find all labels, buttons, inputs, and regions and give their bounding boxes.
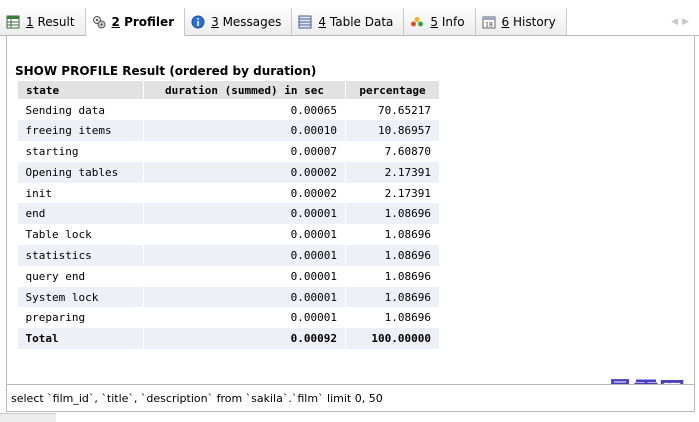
cell-duration: 0.00065: [143, 99, 346, 121]
column-header-percentage[interactable]: percentage: [345, 80, 440, 100]
tab-profiler[interactable]: 2 Profiler: [85, 8, 186, 36]
cell-percentage: 70.65217: [345, 99, 440, 121]
tab-result-label: Result: [33, 14, 75, 29]
color-dots-icon: [411, 16, 424, 26]
cell-percentage: 7.60870: [345, 141, 440, 162]
profile-result-title: SHOW PROFILE Result (ordered by duration…: [15, 64, 317, 78]
tab-history-label: History: [509, 14, 556, 29]
calendar-icon: 18: [482, 16, 496, 28]
tab-scroll-arrows[interactable]: ◀ ▶: [661, 8, 699, 35]
table-row[interactable]: freeing items 0.00010 10.86957: [17, 120, 440, 142]
cell-duration: 0.00001: [143, 245, 346, 266]
column-header-duration[interactable]: duration (summed) in sec: [143, 80, 346, 100]
table-row[interactable]: end 0.00001 1.08696: [17, 203, 440, 225]
cell-percentage: 1.08696: [345, 265, 440, 287]
cell-percentage: 2.17391: [345, 161, 440, 183]
table-row[interactable]: init 0.00002 2.17391: [17, 182, 440, 204]
cell-percentage: 1.08696: [345, 307, 440, 329]
tab-messages-hotkey: 3: [211, 14, 219, 29]
tab-table-data[interactable]: 4 Table Data: [292, 8, 405, 35]
table-row[interactable]: System lock 0.00001 1.08696: [17, 286, 440, 308]
cell-state: System lock: [17, 286, 144, 308]
cell-state: init: [17, 182, 144, 204]
cell-duration: 0.00001: [143, 265, 346, 287]
table-row[interactable]: Table lock 0.00001 1.08696: [17, 224, 440, 246]
cell-state: preparing: [17, 307, 144, 329]
tab-profiler-hotkey: 2: [111, 14, 120, 29]
profiler-panel: SHOW PROFILE Result (ordered by duration…: [6, 36, 695, 384]
cell-percentage: 1.08696: [345, 286, 440, 308]
cell-state: freeing items: [17, 120, 144, 142]
cell-duration: 0.00002: [143, 182, 346, 204]
cell-duration: 0.00001: [143, 286, 346, 308]
table-row[interactable]: starting 0.00007 7.60870: [17, 141, 440, 162]
info-icon: [191, 15, 205, 28]
cell-duration: 0.00001: [143, 203, 346, 225]
table-row[interactable]: Opening tables 0.00002 2.17391: [17, 161, 440, 183]
profile-table: state duration (summed) in sec percentag…: [17, 80, 440, 350]
query-text: select `film_id`, `title`, `description`…: [11, 391, 383, 405]
cell-percentage: 1.08696: [345, 224, 440, 246]
tab-result-hotkey: 1: [26, 14, 34, 29]
cell-duration: 0.00002: [143, 161, 346, 183]
table-row[interactable]: query end 0.00001 1.08696: [17, 265, 440, 287]
tab-info[interactable]: 5 Info: [404, 8, 476, 35]
cell-percentage: 1.08696: [345, 245, 440, 266]
tab-info-hotkey: 5: [430, 14, 439, 29]
query-text-bar: select `film_id`, `title`, `description`…: [6, 384, 695, 412]
column-header-state[interactable]: state: [17, 80, 144, 100]
calendar-day-label: 18: [485, 21, 493, 28]
cell-state: statistics: [17, 245, 144, 266]
cell-duration: 0.00001: [143, 224, 346, 246]
cell-percentage: 100.00000: [345, 328, 440, 350]
table-total-row[interactable]: Total 0.00092 100.00000: [17, 328, 440, 350]
cell-duration: 0.00092: [143, 328, 346, 350]
cell-state: Table lock: [17, 224, 144, 246]
cell-duration: 0.00001: [143, 307, 346, 329]
cell-state: starting: [17, 141, 144, 162]
table-row[interactable]: preparing 0.00001 1.08696: [17, 307, 440, 329]
table-icon: [298, 15, 312, 28]
tab-table-data-hotkey: 4: [318, 14, 327, 29]
cell-state: Total: [17, 328, 144, 350]
table-row[interactable]: Sending data 0.00065 70.65217: [17, 99, 440, 121]
result-tab-bar: 1 Result 2 Profiler 3 Messages 4 Table D…: [0, 8, 699, 36]
cell-state: Opening tables: [17, 161, 144, 183]
table-row[interactable]: statistics 0.00001 1.08696: [17, 245, 440, 266]
grid-icon: [6, 15, 20, 28]
tab-messages[interactable]: 3 Messages: [185, 8, 293, 35]
cell-percentage: 1.08696: [345, 203, 440, 225]
cell-state: query end: [17, 265, 144, 287]
cell-state: Sending data: [17, 99, 144, 121]
cell-duration: 0.00010: [143, 120, 346, 142]
scroll-right-icon[interactable]: ▶: [682, 17, 689, 27]
tab-table-data-label: Table Data: [326, 14, 394, 29]
tab-history[interactable]: 18 6 History: [475, 8, 567, 35]
cell-percentage: 10.86957: [345, 120, 440, 142]
tab-messages-label: Messages: [218, 14, 282, 29]
cell-state: end: [17, 203, 144, 225]
tab-info-label: Info: [438, 14, 465, 29]
bottom-scroll-stub: [0, 413, 56, 422]
scroll-left-icon[interactable]: ◀: [671, 17, 678, 27]
tab-result[interactable]: 1 Result: [0, 8, 86, 35]
cell-percentage: 2.17391: [345, 182, 440, 204]
tab-profiler-label: Profiler: [119, 14, 175, 29]
profile-table-body: Sending data 0.00065 70.65217 freeing items…: [17, 99, 440, 350]
cell-duration: 0.00007: [143, 141, 346, 162]
profiler-icon: [92, 15, 106, 28]
